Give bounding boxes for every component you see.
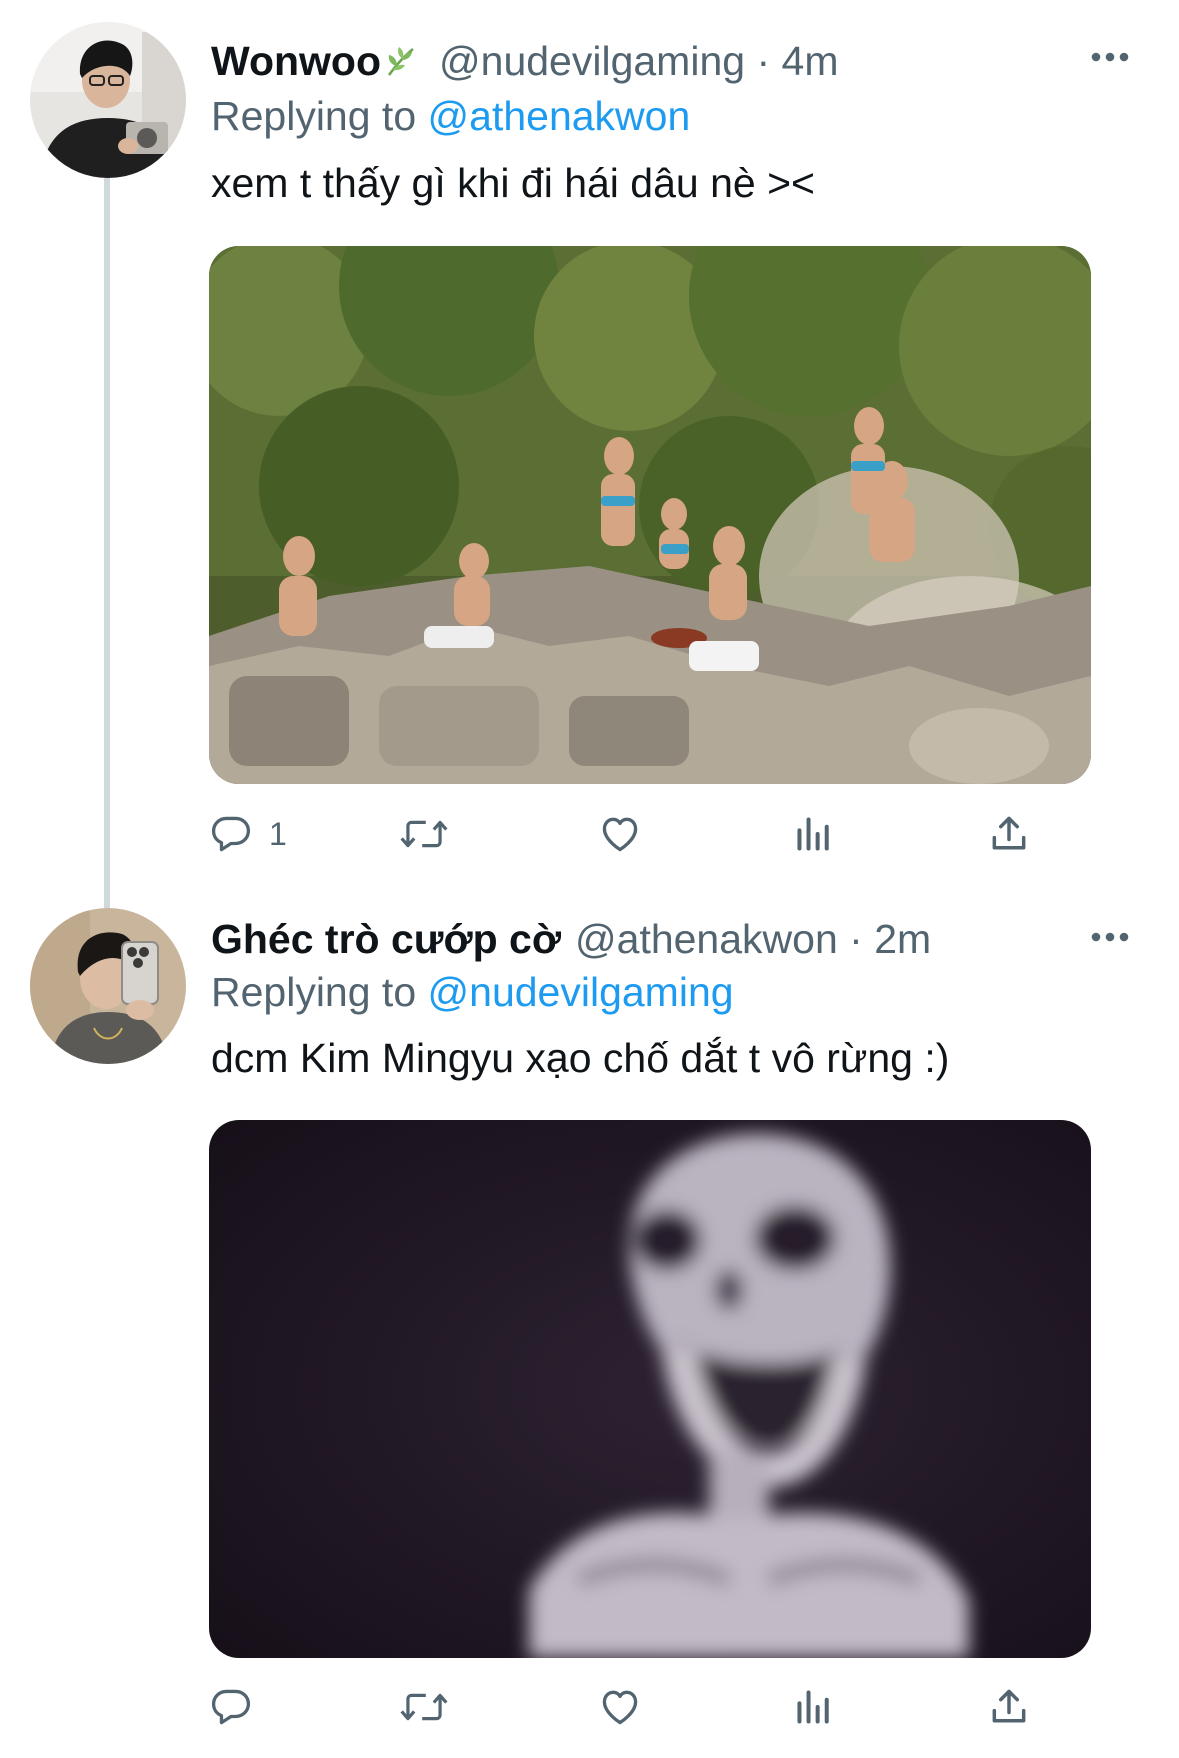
like-button[interactable]: [597, 806, 643, 862]
tweet-text: xem t thấy gì khi đi hái dâu nè ><: [211, 160, 815, 206]
retweet-icon: [399, 812, 449, 856]
like-icon: [597, 812, 643, 856]
separator-dot: ·: [756, 38, 771, 84]
like-icon: [597, 1685, 643, 1729]
avatar[interactable]: [30, 22, 186, 178]
tweet[interactable]: Wonwoo @nudevilgaming · 4m Replying to @a…: [0, 0, 1179, 880]
display-name[interactable]: Wonwoo: [211, 38, 381, 84]
timestamp[interactable]: 4m: [782, 38, 839, 84]
reply-button[interactable]: 1: [209, 806, 287, 862]
retweet-icon: [399, 1685, 449, 1729]
leaf-icon: [383, 40, 417, 90]
views-button[interactable]: [794, 1679, 834, 1735]
handle[interactable]: @nudevilgaming: [439, 38, 745, 84]
replying-to: Replying to @nudevilgaming: [211, 967, 734, 1017]
more-options-icon[interactable]: [1090, 42, 1130, 72]
share-button[interactable]: [987, 806, 1031, 862]
retweet-button[interactable]: [399, 1679, 449, 1735]
separator-dot: ·: [849, 916, 863, 962]
reply-icon: [209, 812, 253, 856]
mention-link[interactable]: @athenakwon: [428, 93, 691, 139]
timestamp[interactable]: 2m: [874, 916, 931, 962]
replying-prefix: Replying to: [211, 93, 417, 139]
tweet-media-image[interactable]: [209, 246, 1091, 784]
tweet[interactable]: Ghéc trò cướp cờ @athenakwon · 2m Replyin…: [0, 880, 1179, 1758]
reply-icon: [209, 1685, 253, 1729]
replying-to: Replying to @athenakwon: [211, 91, 690, 141]
reply-count: 1: [269, 815, 287, 852]
display-name[interactable]: Ghéc trò cướp cờ: [211, 916, 561, 962]
handle[interactable]: @athenakwon: [575, 916, 838, 962]
tweet-actions: 1: [209, 806, 1091, 862]
more-options-icon[interactable]: [1090, 922, 1130, 952]
share-icon: [987, 1685, 1031, 1729]
mention-link[interactable]: @nudevilgaming: [428, 969, 734, 1015]
retweet-button[interactable]: [399, 806, 449, 862]
views-icon: [794, 812, 834, 856]
tweet-text: dcm Kim Mingyu xạo chố dắt t vô rừng :): [211, 1035, 950, 1081]
tweet-header: Wonwoo @nudevilgaming · 4m: [211, 36, 839, 90]
replying-prefix: Replying to: [211, 969, 417, 1015]
tweet-header: Ghéc trò cướp cờ @athenakwon · 2m: [211, 914, 931, 964]
views-icon: [794, 1685, 834, 1729]
views-button[interactable]: [794, 806, 834, 862]
tweet-actions: [209, 1679, 1091, 1735]
avatar[interactable]: [30, 908, 186, 1064]
like-button[interactable]: [597, 1679, 643, 1735]
tweet-media-image[interactable]: [209, 1120, 1091, 1658]
reply-button[interactable]: [209, 1679, 269, 1735]
share-icon: [987, 812, 1031, 856]
share-button[interactable]: [987, 1679, 1031, 1735]
